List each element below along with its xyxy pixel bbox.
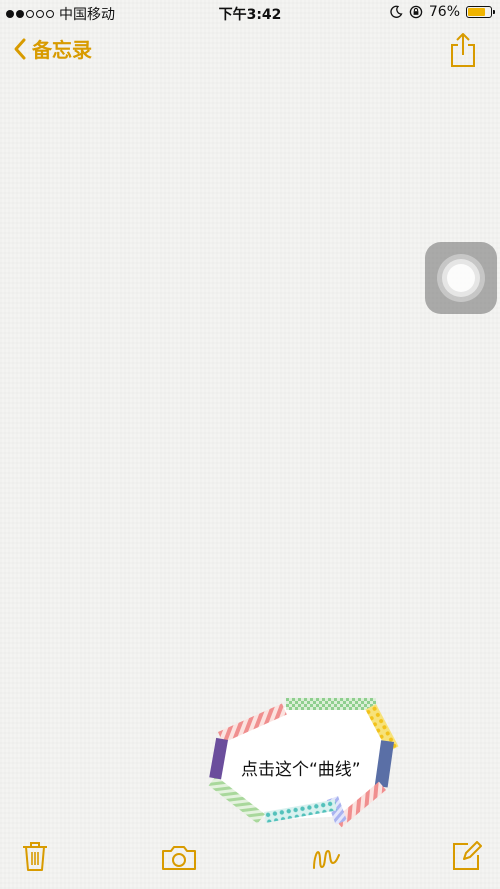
- annotation-hint-text: 点击这个“曲线”: [241, 760, 361, 780]
- orientation-lock-icon: [409, 5, 423, 19]
- sketch-button[interactable]: [311, 841, 341, 875]
- bottom-toolbar: [0, 835, 500, 889]
- moon-icon: [390, 5, 403, 18]
- back-button-label: 备忘录: [32, 38, 92, 62]
- share-button[interactable]: [450, 32, 476, 72]
- share-icon: [451, 33, 475, 67]
- battery-percent: 76%: [428, 4, 460, 20]
- delete-button[interactable]: [22, 841, 48, 875]
- battery-icon: [466, 6, 495, 18]
- navigation-bar: 备忘录: [0, 26, 500, 76]
- sketch-curve-icon: [313, 849, 340, 869]
- assistive-touch-button[interactable]: [425, 242, 497, 314]
- chevron-left-icon: [14, 38, 26, 59]
- camera-icon: [162, 846, 196, 870]
- compose-icon: [453, 841, 482, 870]
- camera-button[interactable]: [161, 845, 197, 875]
- assistive-touch-icon: [437, 254, 485, 302]
- back-button[interactable]: 备忘录: [12, 34, 92, 63]
- trash-icon: [23, 842, 47, 871]
- compose-button[interactable]: [452, 841, 482, 875]
- status-bar: 中国移动 下午3:42 76%: [0, 0, 500, 26]
